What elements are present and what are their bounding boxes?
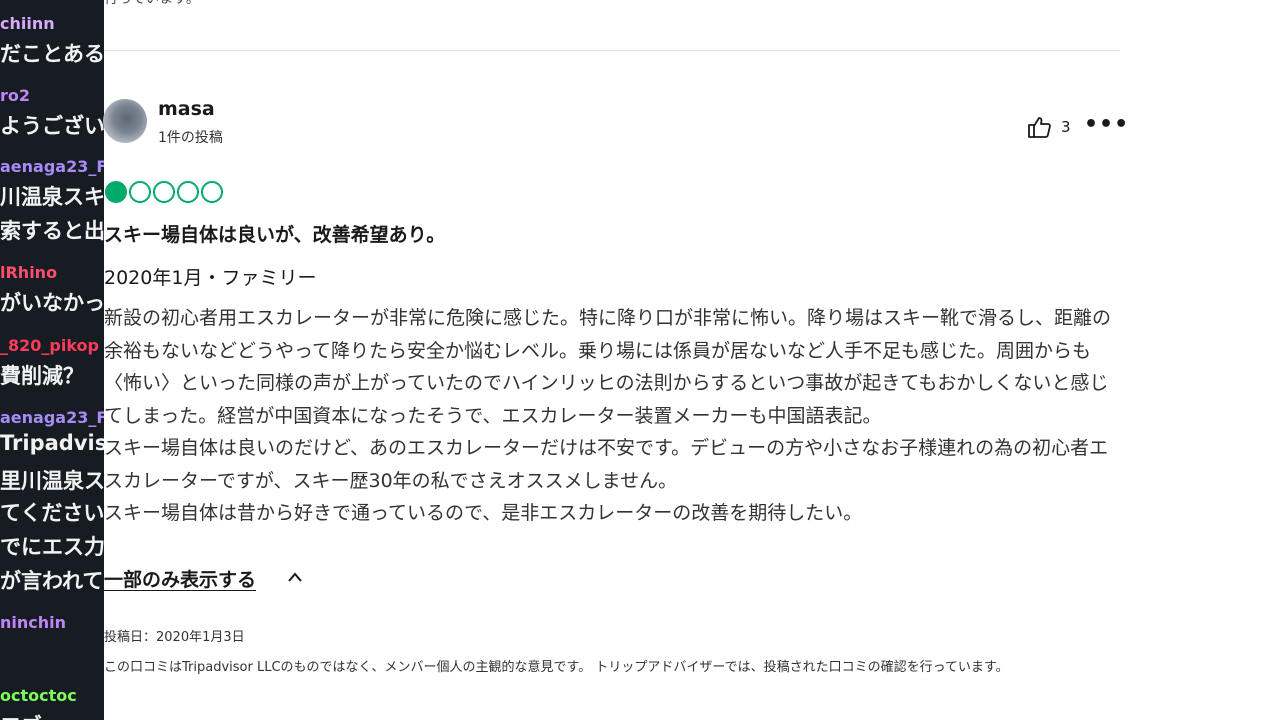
chat-username[interactable]: aenaga23_F — [0, 408, 104, 427]
chat-message: でにエス力 — [0, 535, 104, 559]
chat-message: てください — [0, 501, 104, 525]
review-title: スキー場自体は良いが、改善希望あり。 — [104, 224, 446, 246]
chat-username[interactable]: chiinn — [0, 14, 55, 33]
show-less-link[interactable]: 一部のみ表示する — [104, 565, 256, 592]
rating-bubbles — [105, 181, 223, 203]
chat-overlay: chiinn だことある ro2 ようござい aenaga23_F 川温泉スキ索すると出 l… — [0, 0, 104, 720]
disclaimer-text: この口コミはTripadvisor LLCのものではなく、メンバー個人の主観的な… — [104, 660, 1009, 675]
chat-message: 川温泉スキ — [0, 185, 104, 209]
rating-bubble-filled — [105, 181, 127, 203]
reviewer-name[interactable]: masa — [158, 98, 215, 120]
helpful-count: 3 — [1061, 118, 1071, 136]
chat-username[interactable]: aenaga23_F — [0, 157, 104, 176]
contribution-count: 1件の投稿 — [158, 130, 223, 146]
rating-bubble-empty — [177, 181, 199, 203]
chat-message: 費削減？ — [0, 364, 84, 388]
rating-bubble-empty — [153, 181, 175, 203]
chat-message: 里川温泉ス — [0, 469, 104, 493]
rating-bubble-empty — [201, 181, 223, 203]
chat-message: だことある — [0, 42, 104, 66]
helpful-vote-button[interactable]: 3 — [1027, 115, 1071, 139]
review-paragraph: スキー場自体は良いのだけど、あのエスカレーターだけは不安です。デビューの方や小さ… — [104, 437, 1109, 492]
review-body: 新設の初心者用エスカレーターが非常に危険に感じた。特に降り口が非常に怖い。降り場… — [104, 302, 1114, 530]
chat-username[interactable]: ro2 — [0, 86, 30, 105]
chat-message: が言われて — [0, 569, 104, 593]
review-divider — [104, 50, 1120, 51]
chevron-up-icon[interactable] — [286, 570, 304, 584]
visit-date-trip-type: 2020年1月・ファミリー — [104, 267, 317, 289]
chat-message: ようござい — [0, 114, 104, 138]
chat-message: がいなかっ — [0, 291, 104, 315]
thumbs-up-icon — [1028, 117, 1051, 138]
more-options-icon[interactable]: ••• — [1084, 112, 1129, 137]
chat-username[interactable]: _820_pikop — [0, 336, 99, 355]
avatar[interactable] — [103, 99, 147, 143]
chat-username[interactable]: octoctoc — [0, 686, 77, 705]
chat-username[interactable]: lRhino — [0, 263, 57, 282]
chat-message: Tripadvis — [0, 431, 104, 455]
chat-message: 索すると出 — [0, 219, 104, 243]
chat-message: ロゴ ー — [0, 710, 70, 720]
rating-bubble-empty — [129, 181, 151, 203]
review-paragraph: 新設の初心者用エスカレーターが非常に危険に感じた。特に降り口が非常に怖い。降り場… — [104, 307, 1112, 427]
review-paragraph: スキー場自体は昔から好きで通っているので、是非エスカレーターの改善を期待したい。 — [104, 502, 863, 524]
posted-date: 投稿日：2020年1月3日 — [104, 630, 245, 645]
chat-username[interactable]: ninchin — [0, 613, 66, 632]
previous-review-fragment: 行っています。 — [104, 0, 200, 8]
